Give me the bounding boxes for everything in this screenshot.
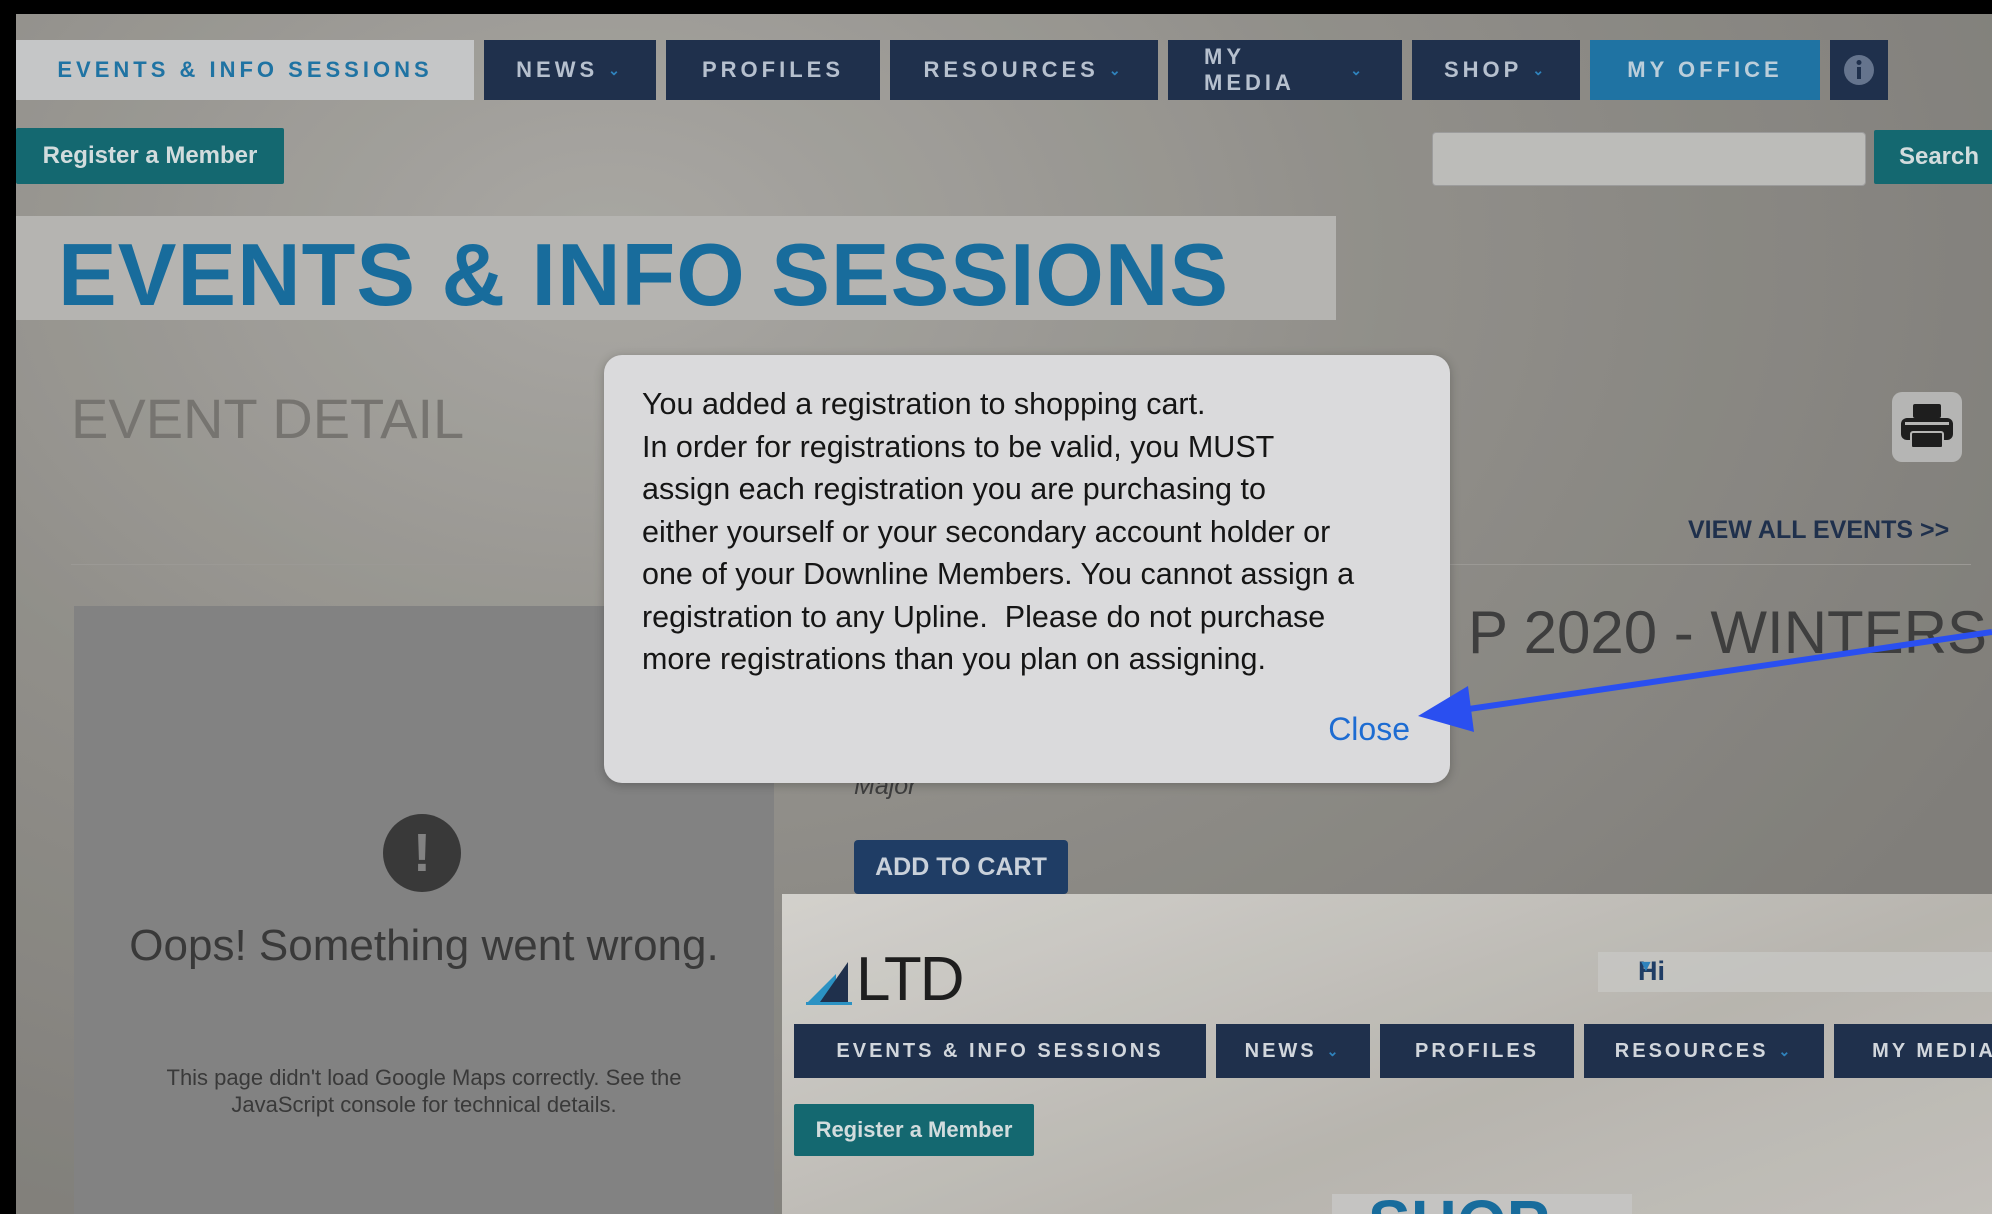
search-input[interactable] — [1432, 132, 1866, 186]
info-button[interactable] — [1830, 40, 1888, 100]
dialog-line: one of your Downline Members. You cannot… — [642, 557, 1355, 591]
map-error-title: Oops! Something went wrong. — [129, 921, 719, 970]
view-all-events-link[interactable]: VIEW ALL EVENTS >> — [1688, 516, 1949, 545]
logo-text: LTD — [856, 945, 965, 1014]
page-title-banner: EVENTS & INFO SESSIONS — [16, 216, 1336, 324]
dialog-line: registration to any Upline. Please do no… — [642, 599, 1326, 634]
nav-profiles[interactable]: PROFILES — [666, 40, 880, 100]
inset-nav-my-media[interactable]: MY MEDIA — [1834, 1024, 1992, 1078]
inset-nav-news[interactable]: NEWS ⌄ — [1216, 1024, 1370, 1078]
info-icon — [1844, 55, 1874, 85]
inset-nav-resources[interactable]: RESOURCES ⌄ — [1584, 1024, 1824, 1078]
search-button[interactable]: Search — [1874, 130, 1992, 184]
nav-my-media[interactable]: MY MEDIA ⌄ — [1168, 40, 1402, 100]
nav-news[interactable]: NEWS ⌄ — [484, 40, 656, 100]
chevron-down-icon: ⌄ — [1778, 1042, 1794, 1059]
register-member-button[interactable]: Register a Member — [16, 128, 284, 184]
shop-heading-box: SHOP — [1332, 1187, 1632, 1214]
inset-register-member-button[interactable]: Register a Member — [794, 1104, 1034, 1156]
event-detail-heading: EVENT DETAIL — [71, 387, 465, 450]
nav-my-office[interactable]: MY OFFICE — [1590, 40, 1820, 100]
chevron-down-icon: ⌄ — [1326, 1042, 1342, 1059]
cart-alert-dialog: You added a registration to shopping car… — [604, 355, 1450, 783]
inset-nav-profiles-label: PROFILES — [1414, 1039, 1539, 1062]
alert-icon: ! — [383, 814, 461, 892]
dialog-line: assign each registration you are purchas… — [642, 472, 1266, 506]
shop-heading: SHOP — [1368, 1186, 1549, 1214]
inset-nav-events[interactable]: EVENTS & INFO SESSIONS — [794, 1024, 1206, 1078]
add-to-cart-label: ADD TO CART — [875, 852, 1047, 881]
chevron-down-icon: ▼ — [1638, 958, 1654, 975]
chevron-down-icon: ⌄ — [608, 61, 624, 78]
nav-my-media-label: MY MEDIA — [1204, 44, 1295, 95]
inset-nav: EVENTS & INFO SESSIONS NEWS ⌄ PROFILES RE… — [794, 1024, 1992, 1078]
close-button[interactable]: Close — [1328, 711, 1410, 748]
nav-shop-label: SHOP — [1443, 57, 1523, 82]
nav-events-label: EVENTS & INFO SESSIONS — [57, 57, 433, 82]
inset-nav-events-label: EVENTS & INFO SESSIONS — [836, 1039, 1164, 1062]
add-to-cart-button[interactable]: ADD TO CART — [854, 840, 1068, 894]
inset-nav-profiles[interactable]: PROFILES — [1380, 1024, 1574, 1078]
page-title: EVENTS & INFO SESSIONS — [58, 225, 1230, 324]
nav-resources-label: RESOURCES — [923, 57, 1099, 82]
user-menu[interactable]: Hi ▼ — [1598, 952, 1992, 992]
ltd-logo: LTD — [806, 944, 965, 1015]
nav-shop[interactable]: SHOP ⌄ — [1412, 40, 1580, 100]
printer-icon — [1901, 404, 1953, 449]
dialog-line: In order for registrations to be valid, … — [642, 429, 1275, 464]
logo-mark-icon — [806, 954, 856, 1006]
nav-resources[interactable]: RESOURCES ⌄ — [890, 40, 1158, 100]
nav-events[interactable]: EVENTS & INFO SESSIONS — [16, 40, 474, 100]
dialog-message: You added a registration to shopping car… — [642, 383, 1432, 681]
dialog-line: more registrations than you plan on assi… — [642, 642, 1266, 676]
chevron-down-icon: ⌄ — [1350, 61, 1366, 78]
nav-profiles-label: PROFILES — [702, 57, 845, 82]
chevron-down-icon: ⌄ — [1108, 61, 1125, 78]
register-member-label: Register a Member — [42, 142, 258, 169]
dialog-line: either yourself or your secondary accoun… — [642, 514, 1331, 549]
nav-news-label: NEWS — [516, 57, 599, 82]
event-title: P 2020 - WINTERS — [1468, 599, 1988, 666]
inset-nav-resources-label: RESOURCES — [1614, 1039, 1769, 1062]
map-error-message: This page didn't load Google Maps correc… — [166, 1065, 682, 1117]
main-nav: EVENTS & INFO SESSIONS NEWS ⌄ PROFILES RE… — [16, 40, 1888, 100]
dialog-line: You added a registration to shopping car… — [642, 387, 1206, 421]
nav-my-office-label: MY OFFICE — [1627, 57, 1783, 82]
page-background: EVENTS & INFO SESSIONS NEWS ⌄ PROFILES RE… — [16, 14, 1992, 1214]
inset-nav-news-label: NEWS — [1244, 1039, 1317, 1062]
search-button-label: Search — [1898, 143, 1980, 170]
shop-page-screenshot: LTD Hi ▼ EVENTS & INFO SESSIONS NEWS ⌄ PR… — [782, 894, 1992, 1214]
print-button[interactable] — [1892, 392, 1962, 462]
inset-register-label: Register a Member — [815, 1117, 1013, 1142]
chevron-down-icon: ⌄ — [1532, 61, 1549, 78]
inset-nav-my-media-label: MY MEDIA — [1872, 1039, 1992, 1062]
